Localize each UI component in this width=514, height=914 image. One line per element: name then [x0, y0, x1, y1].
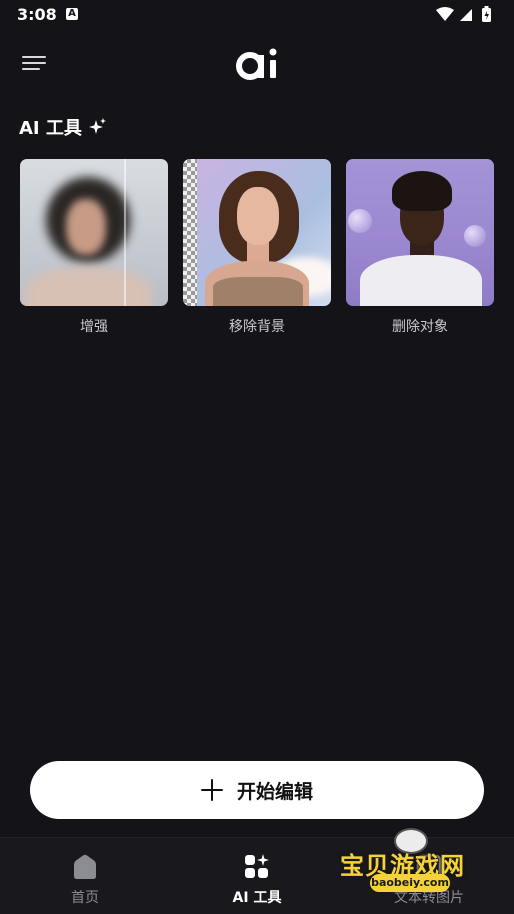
hamburger-menu-icon[interactable]	[20, 51, 48, 75]
status-icons	[436, 6, 496, 22]
home-icon	[74, 854, 96, 879]
watermark-url: baobeiy.com	[370, 874, 450, 892]
watermark: 宝贝游戏网 baobeiy.com	[338, 828, 488, 908]
status-time: 3:08	[17, 5, 57, 24]
nav-label-ai-tools: AI 工具	[232, 890, 282, 906]
enhance-thumbnail	[20, 159, 168, 306]
nav-label-home: 首页	[71, 890, 99, 906]
tool-card-enhance[interactable]: 增强	[20, 159, 168, 336]
menu-line	[22, 62, 46, 64]
remove-object-thumbnail	[346, 159, 494, 306]
plus-icon	[200, 779, 223, 801]
tool-label: 增强	[80, 319, 108, 335]
menu-line	[22, 56, 46, 58]
section-title: AI 工具	[19, 114, 108, 140]
start-editing-label: 开始编辑	[236, 780, 313, 803]
start-editing-button[interactable]: 开始编辑	[30, 761, 484, 819]
notification-icon: A	[66, 8, 78, 20]
signal-battery-icon	[436, 6, 491, 22]
menu-line	[22, 68, 40, 70]
tool-label: 移除背景	[229, 319, 285, 335]
nav-item-home[interactable]: 首页	[15, 838, 155, 914]
section-title-text: AI 工具	[19, 118, 82, 139]
tool-card-remove-object[interactable]: 删除对象	[346, 159, 494, 336]
tool-card-remove-background[interactable]: 移除背景	[183, 159, 331, 336]
ai-logo-icon	[236, 48, 277, 80]
top-bar	[0, 40, 514, 88]
tool-label: 删除对象	[392, 319, 448, 335]
status-bar: 3:08 A	[0, 0, 514, 30]
ai-tools-icon	[245, 854, 269, 878]
nav-item-ai-tools[interactable]: AI 工具	[187, 838, 327, 914]
remove-background-thumbnail	[183, 159, 331, 306]
sparkle-icon	[88, 118, 106, 134]
